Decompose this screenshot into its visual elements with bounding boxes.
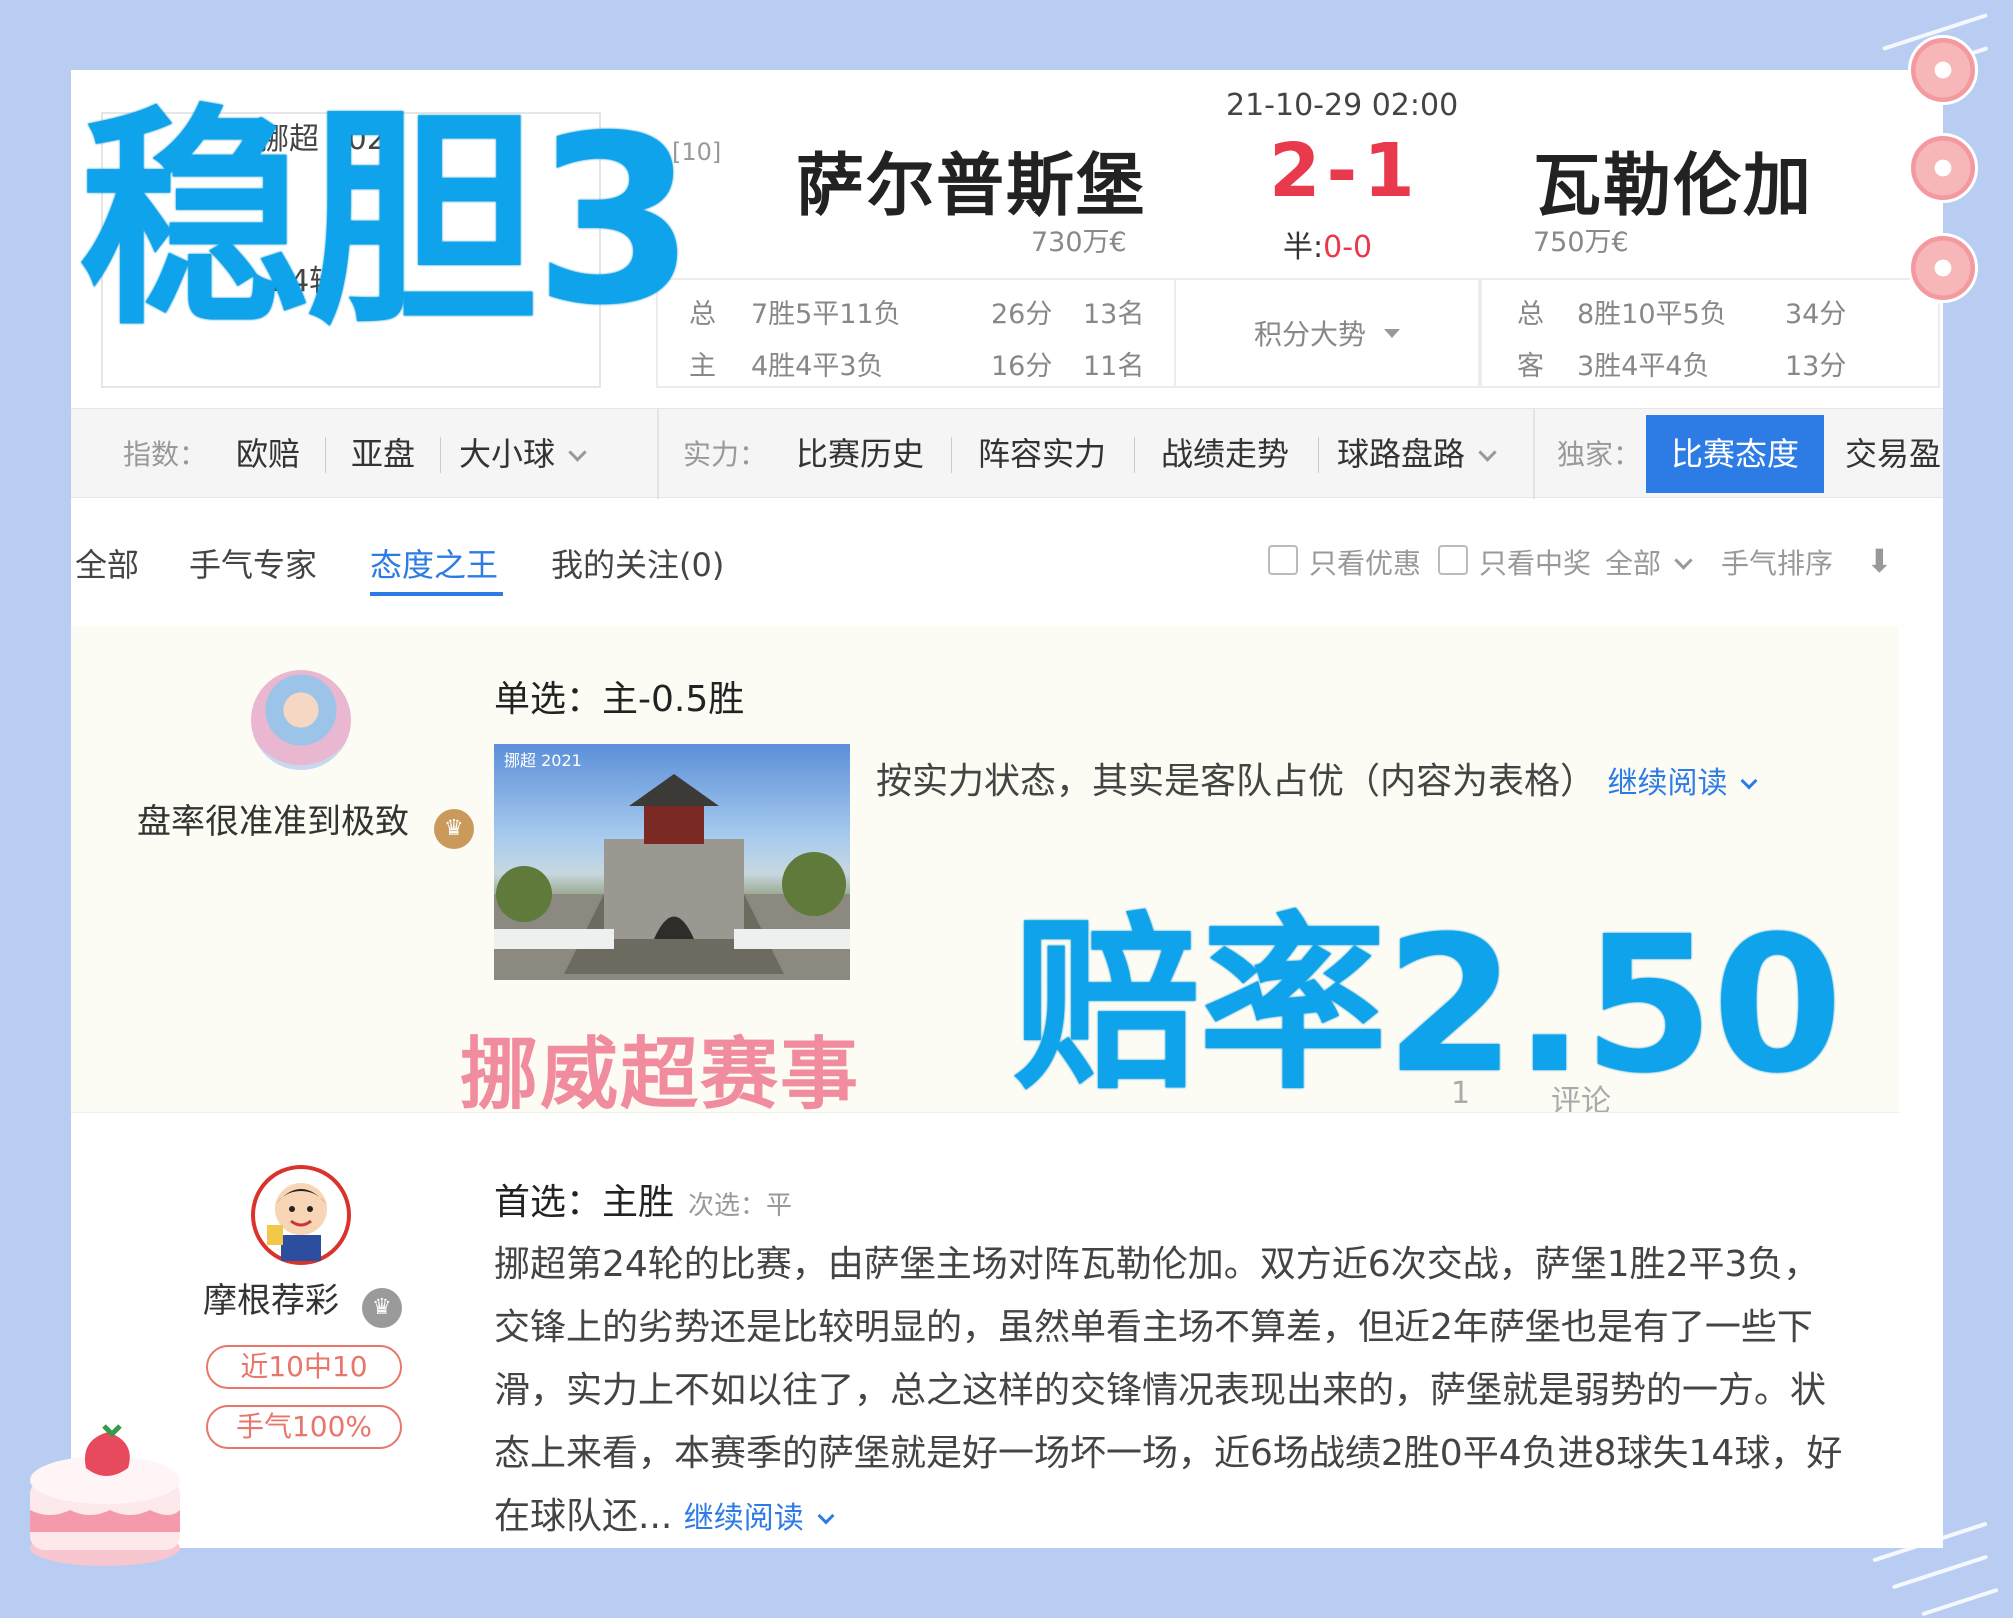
nav-separator: [1318, 437, 1319, 473]
nav-separator: [951, 437, 952, 473]
caret-down-icon: [1384, 328, 1400, 338]
nav-strength-label: 实力：: [683, 438, 768, 471]
decor-stripe: [1921, 1587, 1999, 1617]
tab-my-follows[interactable]: 我的关注(0): [551, 540, 724, 586]
prediction-post: 摩根荐彩 ♛ 近10中10 手气100% 首选：主胜 次选：平 挪超第24轮的比赛…: [71, 1112, 1899, 1548]
donut-decoration: [1908, 133, 1978, 203]
nav-match-attitude[interactable]: 比赛态度: [1646, 415, 1824, 493]
overlay-league: 挪威超赛事: [460, 1030, 861, 1120]
only-discount-label: 只看优惠: [1309, 547, 1422, 580]
half-time-score: 半:0-0: [1283, 230, 1373, 265]
nav-match-history[interactable]: 比赛历史: [796, 409, 924, 499]
home-team-value: 730万€: [1031, 227, 1127, 258]
crown-icon: ♛: [361, 1287, 402, 1328]
luck-badge: 手气100%: [206, 1405, 402, 1449]
nav-trading-profit[interactable]: 交易盈: [1845, 409, 1941, 499]
decor-stripe: [1891, 1554, 1989, 1590]
nav-group-divider: [1533, 409, 1535, 499]
nav-form-trend[interactable]: 战绩走势: [1161, 409, 1289, 499]
tab-lucky-experts[interactable]: 手气专家: [189, 540, 317, 586]
home-team-name[interactable]: 萨尔普斯堡: [796, 130, 1146, 229]
only-winning-label: 只看中奖: [1479, 547, 1592, 580]
post-secondary-pick: 次选：平: [688, 1191, 793, 1221]
tab-attitude-king[interactable]: 态度之王: [370, 540, 498, 586]
nav-handicap-record[interactable]: 球路盘路: [1337, 409, 1497, 499]
avatar[interactable]: [251, 670, 351, 770]
post-body: 挪超第24轮的比赛，由萨堡主场对阵瓦勒伦加。双方近6次交战，萨堡1胜2平3负，交…: [494, 1244, 1843, 1537]
post-author-name[interactable]: 摩根荐彩 ♛: [203, 1273, 402, 1328]
match-score: 2-1: [1269, 128, 1421, 214]
overlay-odds: 赔率2.50: [1013, 896, 1843, 1115]
post-summary: 按实力状态，其实是客队占优（内容为表格） 继续阅读: [876, 752, 1758, 804]
sort-down-arrow-icon[interactable]: ⬇: [1866, 542, 1893, 580]
away-team-value: 750万€: [1533, 227, 1629, 258]
scope-dropdown[interactable]: 全部: [1605, 542, 1693, 582]
read-more-link[interactable]: 继续阅读: [684, 1501, 835, 1536]
chevron-down-icon: [1674, 551, 1693, 570]
cake-decoration: [30, 1424, 180, 1566]
nav-lineup-strength[interactable]: 阵容实力: [978, 409, 1106, 499]
nav-asian-handicap[interactable]: 亚盘: [351, 409, 415, 499]
fortress-gate-illustration: 挪超 2021: [494, 751, 850, 980]
standings-trend-dropdown[interactable]: 积分大势: [1174, 278, 1480, 388]
away-team-name[interactable]: 瓦勒伦加: [1533, 130, 1813, 229]
crown-icon: ♛: [433, 808, 474, 849]
analysis-nav-bar: 指数： 欧赔 亚盘 大小球 实力： 比赛历史 阵容实力 战绩走势 球路盘路 独家…: [71, 408, 1943, 499]
cartoon-avatar-illustration: [255, 1169, 347, 1261]
post-author-name[interactable]: 盘率很准准到极致 ♛: [137, 794, 474, 849]
nav-exclusive-label: 独家：: [1557, 438, 1642, 471]
avatar[interactable]: [251, 1165, 351, 1265]
nav-over-under[interactable]: 大小球: [459, 409, 587, 499]
chevron-down-icon: [1478, 443, 1497, 462]
chevron-down-icon: [1740, 772, 1758, 790]
only-discount-checkbox[interactable]: [1268, 545, 1298, 575]
nav-european-odds[interactable]: 欧赔: [236, 409, 300, 499]
chevron-down-icon: [568, 443, 587, 462]
read-more-link[interactable]: 继续阅读: [1607, 766, 1758, 801]
tab-all[interactable]: 全部: [75, 540, 139, 586]
post-thumbnail-image[interactable]: 挪超 2021: [494, 744, 850, 980]
overlay-title: 稳胆3: [78, 86, 695, 356]
thumbnail-caption: 挪超 2021: [504, 751, 582, 770]
match-datetime: 21-10-29 02:00: [1226, 88, 1459, 123]
nav-separator: [1134, 437, 1135, 473]
nav-separator: [440, 437, 441, 473]
donut-decoration: [1908, 233, 1978, 303]
sort-dropdown[interactable]: 手气排序: [1721, 542, 1833, 582]
nav-index-label: 指数：: [123, 438, 208, 471]
nav-group-divider: [657, 409, 659, 499]
donut-decoration: [1908, 35, 1978, 105]
post-pick: 单选：主-0.5胜: [494, 679, 745, 720]
only-winning-checkbox[interactable]: [1438, 545, 1468, 575]
chevron-down-icon: [817, 1507, 835, 1525]
post-pick: 首选：主胜 次选：平: [494, 1182, 793, 1223]
nav-separator: [325, 437, 326, 473]
hit-rate-badge: 近10中10: [206, 1345, 402, 1389]
active-tab-indicator: [370, 592, 503, 596]
